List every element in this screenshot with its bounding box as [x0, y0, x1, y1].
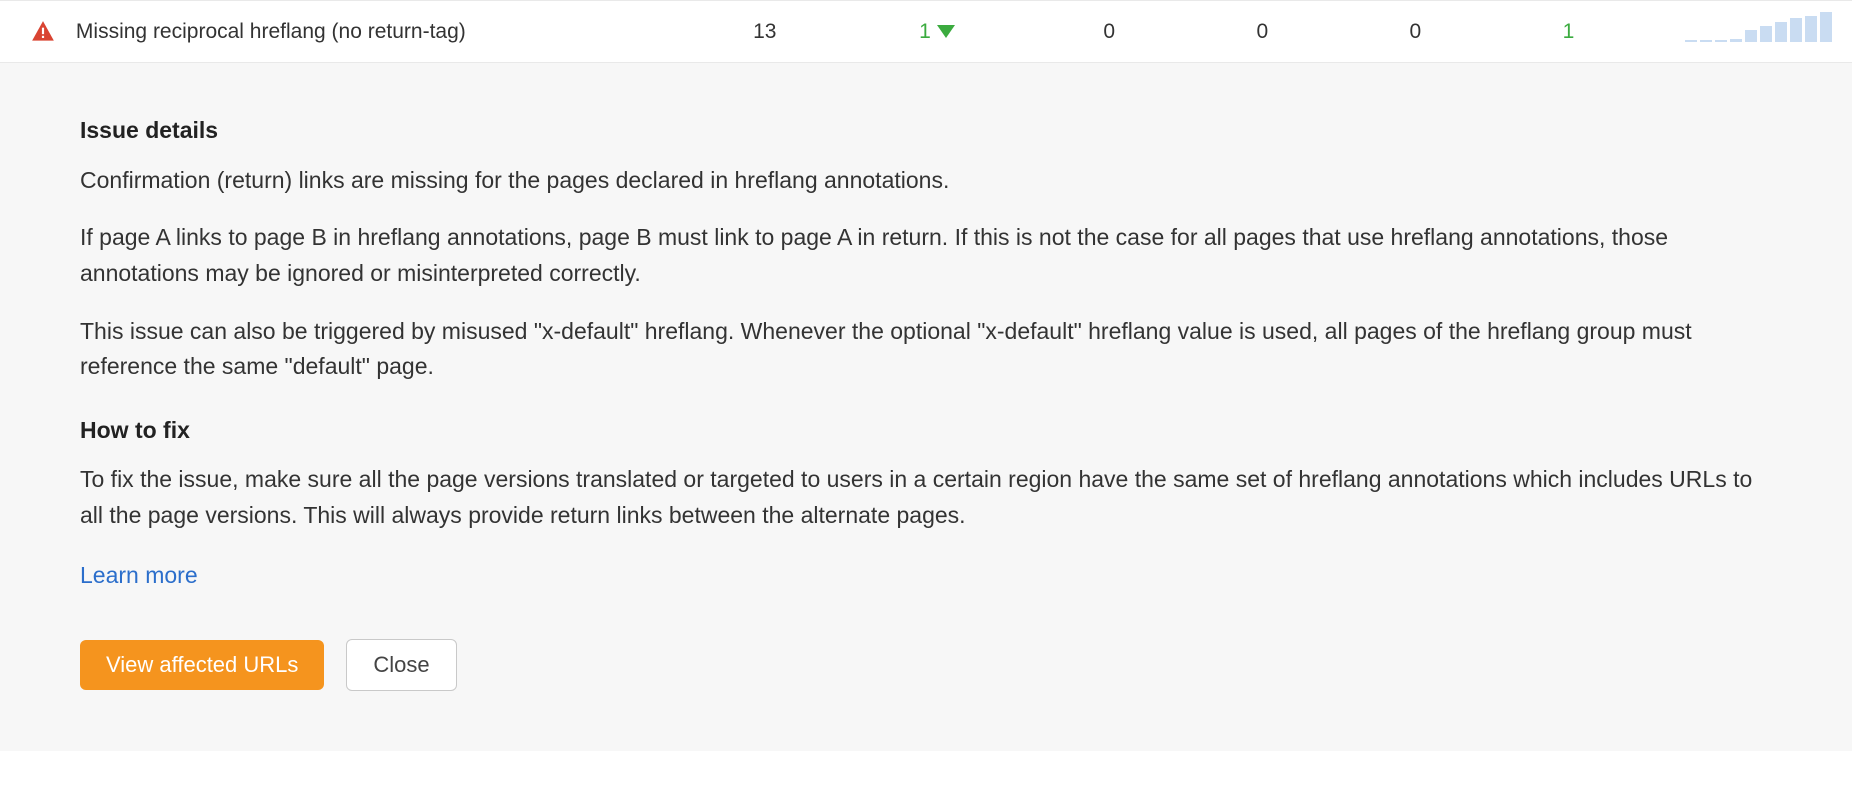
how-to-fix-p1: To fix the issue, make sure all the page…	[80, 462, 1772, 533]
spark-bar	[1820, 12, 1832, 42]
issue-details-p2: If page A links to page B in hreflang an…	[80, 220, 1772, 291]
error-icon-cell	[30, 19, 76, 45]
spark-bar	[1730, 39, 1742, 42]
spark-bar	[1790, 18, 1802, 42]
col-change: 1	[841, 20, 1032, 44]
error-icon	[30, 19, 56, 45]
col-missing: 1	[1492, 20, 1645, 44]
issue-details-panel: Issue details Confirmation (return) link…	[0, 62, 1852, 751]
col-crawled: 13	[688, 20, 841, 44]
spark-bar	[1685, 40, 1697, 42]
close-button[interactable]: Close	[346, 639, 456, 691]
learn-more-link[interactable]: Learn more	[80, 558, 198, 594]
change-value: 1	[919, 20, 931, 44]
caret-down-icon	[937, 25, 955, 38]
col-removed: 0	[1339, 20, 1492, 44]
spark-bar	[1760, 26, 1772, 42]
spark-bar	[1775, 22, 1787, 42]
spark-bar	[1805, 16, 1817, 42]
spark-bar	[1700, 40, 1712, 42]
how-to-fix-heading: How to fix	[80, 413, 1772, 449]
issue-details-heading: Issue details	[80, 113, 1772, 149]
col-new: 0	[1186, 20, 1339, 44]
col-added: 0	[1033, 20, 1186, 44]
issue-title: Missing reciprocal hreflang (no return-t…	[76, 20, 688, 44]
issue-details-p3: This issue can also be triggered by misu…	[80, 314, 1772, 385]
button-row: View affected URLs Close	[80, 639, 1772, 691]
issue-row[interactable]: Missing reciprocal hreflang (no return-t…	[0, 0, 1852, 62]
view-affected-urls-button[interactable]: View affected URLs	[80, 640, 324, 690]
issue-details-p1: Confirmation (return) links are missing …	[80, 163, 1772, 199]
spark-bar	[1715, 40, 1727, 42]
spark-bar	[1745, 30, 1757, 42]
sparkline	[1645, 12, 1852, 52]
